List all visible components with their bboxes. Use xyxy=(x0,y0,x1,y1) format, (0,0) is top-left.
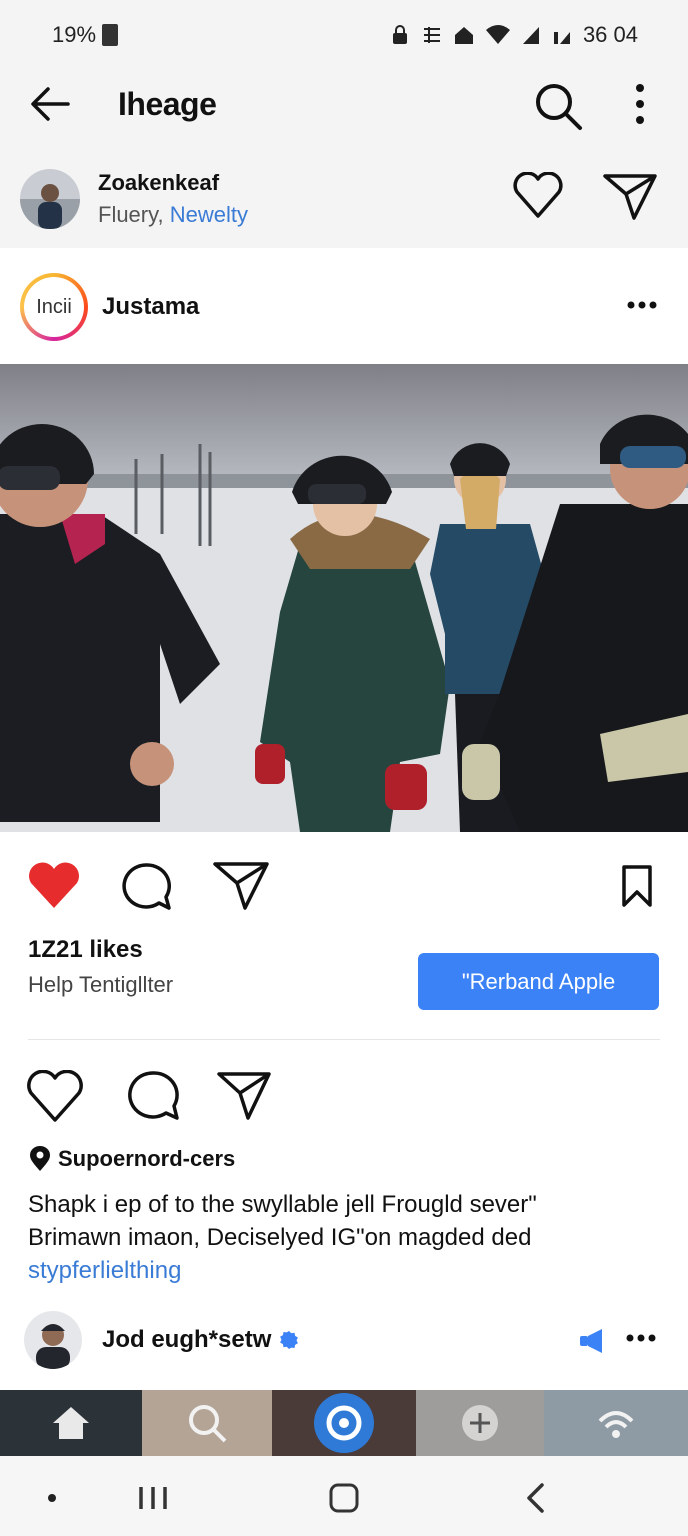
tab-create[interactable] xyxy=(416,1390,544,1456)
tab-home[interactable] xyxy=(0,1390,142,1456)
location-pin-icon xyxy=(30,1146,50,1171)
home-icon xyxy=(53,1407,89,1439)
heart-outline-icon[interactable] xyxy=(26,1070,84,1124)
location[interactable]: Supoernord-cers xyxy=(28,1146,235,1172)
commenter[interactable]: Jod eugh*setw xyxy=(102,1326,299,1354)
battery-percent: 19% xyxy=(52,22,97,47)
search-icon[interactable] xyxy=(532,80,584,132)
caption-line-1: Shapk i ep of to the swyllable jell Frou… xyxy=(28,1191,537,1218)
verified-badge-icon xyxy=(280,1331,299,1349)
divider xyxy=(28,1039,660,1040)
dot-icon xyxy=(48,1494,56,1502)
send-icon[interactable] xyxy=(602,172,658,222)
comment-icon[interactable] xyxy=(120,860,174,914)
caption-link[interactable]: stypferlielthing xyxy=(28,1254,668,1287)
post-image[interactable] xyxy=(0,364,688,832)
account-subtitle: Fluery, Newelty xyxy=(98,202,248,228)
data-icon xyxy=(423,27,440,43)
back-button-icon[interactable] xyxy=(524,1482,546,1514)
reels-icon xyxy=(314,1393,374,1453)
heart-outline-icon[interactable] xyxy=(512,172,564,220)
clock: 36 04 xyxy=(582,22,638,47)
battery-icon xyxy=(102,24,119,46)
post-username[interactable]: Justama xyxy=(102,293,199,321)
signal-icon xyxy=(522,27,539,44)
plus-icon xyxy=(462,1405,498,1441)
post-avatar-text: Incii xyxy=(24,277,84,337)
help-text: Help Tentigllter xyxy=(28,972,174,997)
recents-icon[interactable] xyxy=(136,1484,170,1512)
home-status-icon xyxy=(454,27,473,44)
account-name[interactable]: Zoakenkeaf xyxy=(98,170,219,196)
share-icon[interactable] xyxy=(216,1070,272,1122)
like-count[interactable]: 1Z21 likes xyxy=(28,936,143,964)
bookmark-icon[interactable] xyxy=(620,864,654,908)
location-label: Supoernord-cers xyxy=(58,1146,236,1171)
comment-icon[interactable] xyxy=(126,1068,182,1124)
bottom-tab-bar xyxy=(0,1390,688,1456)
more-vertical-icon[interactable] xyxy=(632,82,648,126)
tab-reels[interactable] xyxy=(272,1390,416,1456)
more-horizontal-icon[interactable] xyxy=(626,300,658,310)
more-horizontal-icon[interactable] xyxy=(626,1333,656,1343)
account-sub-a: Fluery, xyxy=(98,202,164,227)
account-avatar[interactable] xyxy=(20,169,80,229)
wifi-icon xyxy=(598,1411,634,1438)
back-arrow-icon[interactable] xyxy=(30,86,70,122)
status-bar: 19% 36 04 xyxy=(0,0,688,72)
tab-search[interactable] xyxy=(142,1390,272,1456)
commenter-name: Jod eugh*setw xyxy=(102,1326,272,1353)
share-icon[interactable] xyxy=(212,860,270,912)
caption-line-2: Brimawn imaon, Deciselyed IG"on magded d… xyxy=(28,1224,532,1251)
signal-2-icon xyxy=(553,32,570,44)
tab-profile[interactable] xyxy=(544,1390,688,1456)
home-button-icon[interactable] xyxy=(328,1482,360,1514)
status-icons: 36 04 xyxy=(389,22,638,48)
search-icon xyxy=(189,1405,227,1443)
cta-button[interactable]: "Rerband Apple xyxy=(418,953,659,1010)
megaphone-icon[interactable] xyxy=(578,1327,608,1355)
wifi-icon xyxy=(485,25,510,44)
post-avatar[interactable]: Incii xyxy=(20,273,88,341)
heart-filled-icon[interactable] xyxy=(26,862,82,912)
page-title: Iheage xyxy=(118,86,217,122)
account-sub-link[interactable]: Newelty xyxy=(170,202,248,227)
battery-indicator: 19% xyxy=(52,22,119,48)
post-caption: Shapk i ep of to the swyllable jell Frou… xyxy=(28,1188,668,1287)
lock-icon xyxy=(392,25,407,44)
commenter-avatar[interactable] xyxy=(24,1311,82,1369)
